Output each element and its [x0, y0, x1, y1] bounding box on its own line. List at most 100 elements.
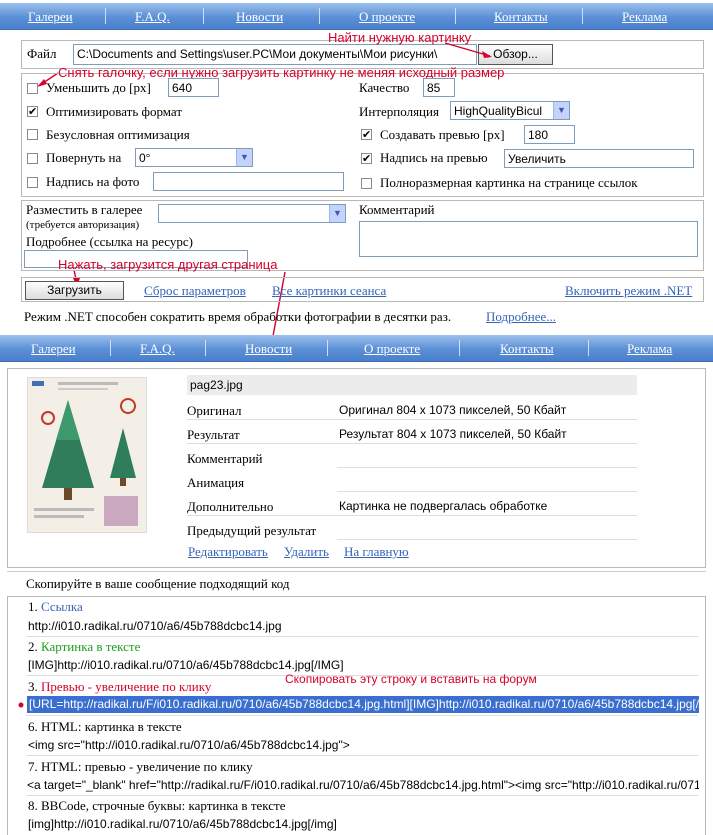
caption-input[interactable] — [153, 172, 344, 191]
thumb-label: Создавать превью [px] — [380, 127, 505, 142]
row-divider — [337, 467, 637, 468]
uncond-label: Безусловная оптимизация — [46, 127, 190, 142]
optimize-label: Оптимизировать формат — [46, 104, 182, 119]
nav-about[interactable]: О проекте — [364, 341, 420, 357]
thumb-input[interactable]: 180 — [524, 125, 575, 144]
row-divider — [337, 491, 637, 492]
code-text[interactable]: <a target="_blank" href="http://radikal.… — [27, 778, 699, 792]
thumbcap-input[interactable]: Увеличить — [504, 149, 694, 168]
caption-checkbox[interactable] — [27, 177, 38, 188]
code-text[interactable]: [img]http://i010.radikal.ru/0710/a6/45b7… — [28, 817, 337, 831]
nav-separator — [588, 340, 589, 356]
uncond-checkbox[interactable] — [27, 129, 38, 140]
thumbcap-label: Надпись на превью — [380, 150, 488, 165]
code-header: 8. BBCode, строчные буквы: картинка в те… — [28, 798, 285, 814]
row-divider — [26, 636, 698, 637]
code-title: HTML: превью - увеличение по клику — [41, 759, 253, 774]
comment-label: Комментарий — [359, 202, 435, 217]
thumbcap-checkbox[interactable]: ✔ — [361, 153, 372, 164]
nav-faq[interactable]: F.A.Q. — [140, 341, 175, 357]
fullsize-label: Полноразмерная картинка на странице ссыл… — [380, 175, 638, 190]
interp-label: Интерполяция — [359, 104, 439, 119]
code-number: 2. — [28, 639, 38, 654]
rotate-label: Повернуть на — [46, 150, 122, 165]
gallery-select[interactable]: ▼ — [158, 204, 346, 223]
rotate-select[interactable]: 0° ▼ — [135, 148, 253, 167]
nav-separator — [110, 340, 111, 356]
code-number: 1. — [28, 599, 38, 614]
quality-input[interactable]: 85 — [423, 78, 455, 97]
annotation-press: Нажать, загрузится другая страница — [58, 257, 278, 272]
code-header: 3. Превью - увеличение по клику — [28, 679, 211, 695]
quality-label: Качество — [359, 80, 410, 95]
auth-note: (требуется авторизация) — [26, 219, 140, 231]
fullsize-checkbox[interactable] — [361, 178, 372, 189]
code-header: 2. Картинка в тексте — [28, 639, 140, 655]
net-note: Режим .NET способен сократить время обра… — [24, 309, 452, 324]
caption-label: Надпись на фото — [46, 174, 140, 189]
result-key: Оригинал — [187, 403, 242, 418]
interp-value: HighQualityBicul — [454, 104, 543, 118]
result-value: Картинка не подвергалась обработке — [339, 499, 548, 513]
annotation-copy: Скопировать эту строку и вставить на фор… — [285, 672, 537, 686]
code-title: HTML: картинка в тексте — [41, 719, 182, 734]
result-key: Предыдущий результат — [187, 523, 317, 538]
result-key: Дополнительно — [187, 499, 274, 514]
delete-link[interactable]: Удалить — [284, 544, 329, 560]
code-text[interactable]: <img src="http://i010.radikal.ru/0710/a6… — [28, 738, 350, 752]
code-number: 6. — [28, 719, 38, 734]
row-divider — [337, 539, 637, 540]
row-divider — [26, 715, 698, 716]
nav-separator — [459, 340, 460, 356]
reduce-checkbox[interactable] — [27, 83, 38, 94]
code-title: Картинка в тексте — [41, 639, 141, 654]
copy-title: Скопируйте в ваше сообщение подходящий к… — [26, 576, 290, 591]
nav-news[interactable]: Новости — [245, 341, 292, 357]
result-value: Результат 804 x 1073 пикселей, 50 Кбайт — [339, 427, 567, 441]
code-title: BBCode, строчные буквы: картинка в текст… — [41, 798, 286, 813]
code-header: 7. HTML: превью - увеличение по клику — [28, 759, 253, 775]
reduce-label: Уменьшить до [px] — [46, 80, 151, 95]
nav-contacts[interactable]: Контакты — [500, 341, 554, 357]
row-divider — [187, 419, 637, 420]
edit-link[interactable]: Редактировать — [188, 544, 268, 560]
code-selected[interactable]: [URL=http://radikal.ru/F/i010.radikal.ru… — [27, 696, 699, 713]
section-divider — [7, 571, 706, 572]
interp-select[interactable]: HighQualityBicul ▼ — [450, 101, 570, 120]
code-text[interactable]: [URL=http://radikal.ru/F/i010.radikal.ru… — [29, 697, 699, 711]
code-title: Ссылка — [41, 599, 83, 614]
code-number: 8. — [28, 798, 38, 813]
chevron-down-icon: ▼ — [236, 149, 252, 166]
nav-separator — [327, 340, 328, 356]
second-nav: Галереи F.A.Q. Новости О проекте Контакт… — [0, 335, 713, 362]
code-header: 6. HTML: картинка в тексте — [28, 719, 182, 735]
rotate-checkbox[interactable] — [27, 153, 38, 164]
thumbnail-image[interactable] — [27, 377, 147, 533]
result-key: Результат — [187, 427, 240, 442]
thumb-checkbox[interactable]: ✔ — [361, 129, 372, 140]
all-images-link[interactable]: Все картинки сеанса — [272, 283, 386, 299]
upload-button[interactable]: Загрузить — [25, 281, 124, 300]
nav-ads[interactable]: Реклама — [627, 341, 672, 357]
chevron-down-icon: ▼ — [329, 205, 345, 222]
code-text[interactable]: [IMG]http://i010.radikal.ru/0710/a6/45b7… — [28, 658, 344, 672]
home-link[interactable]: На главную — [344, 544, 409, 560]
net-more-link[interactable]: Подробнее... — [486, 309, 556, 325]
result-key: Комментарий — [187, 451, 263, 466]
code-header: 1. Ссылка — [28, 599, 83, 615]
thumbnail-drawing — [28, 378, 146, 532]
reduce-input[interactable]: 640 — [168, 78, 219, 97]
filename-bar — [187, 375, 637, 395]
comment-textarea[interactable] — [359, 221, 698, 257]
optimize-checkbox[interactable]: ✔ — [27, 106, 38, 117]
code-number: 7. — [28, 759, 38, 774]
chevron-down-icon: ▼ — [553, 102, 569, 119]
code-text[interactable]: http://i010.radikal.ru/0710/a6/45b788dcb… — [28, 619, 282, 633]
reset-link[interactable]: Сброс параметров — [144, 283, 246, 299]
nav-galleries[interactable]: Галереи — [31, 341, 76, 357]
nav-separator — [205, 340, 206, 356]
code-title: Превью - увеличение по клику — [41, 679, 212, 694]
place-label: Разместить в галерее — [26, 202, 143, 217]
more-label: Подробнее (ссылка на ресурс) — [26, 234, 193, 249]
net-mode-link[interactable]: Включить режим .NET — [565, 283, 692, 299]
